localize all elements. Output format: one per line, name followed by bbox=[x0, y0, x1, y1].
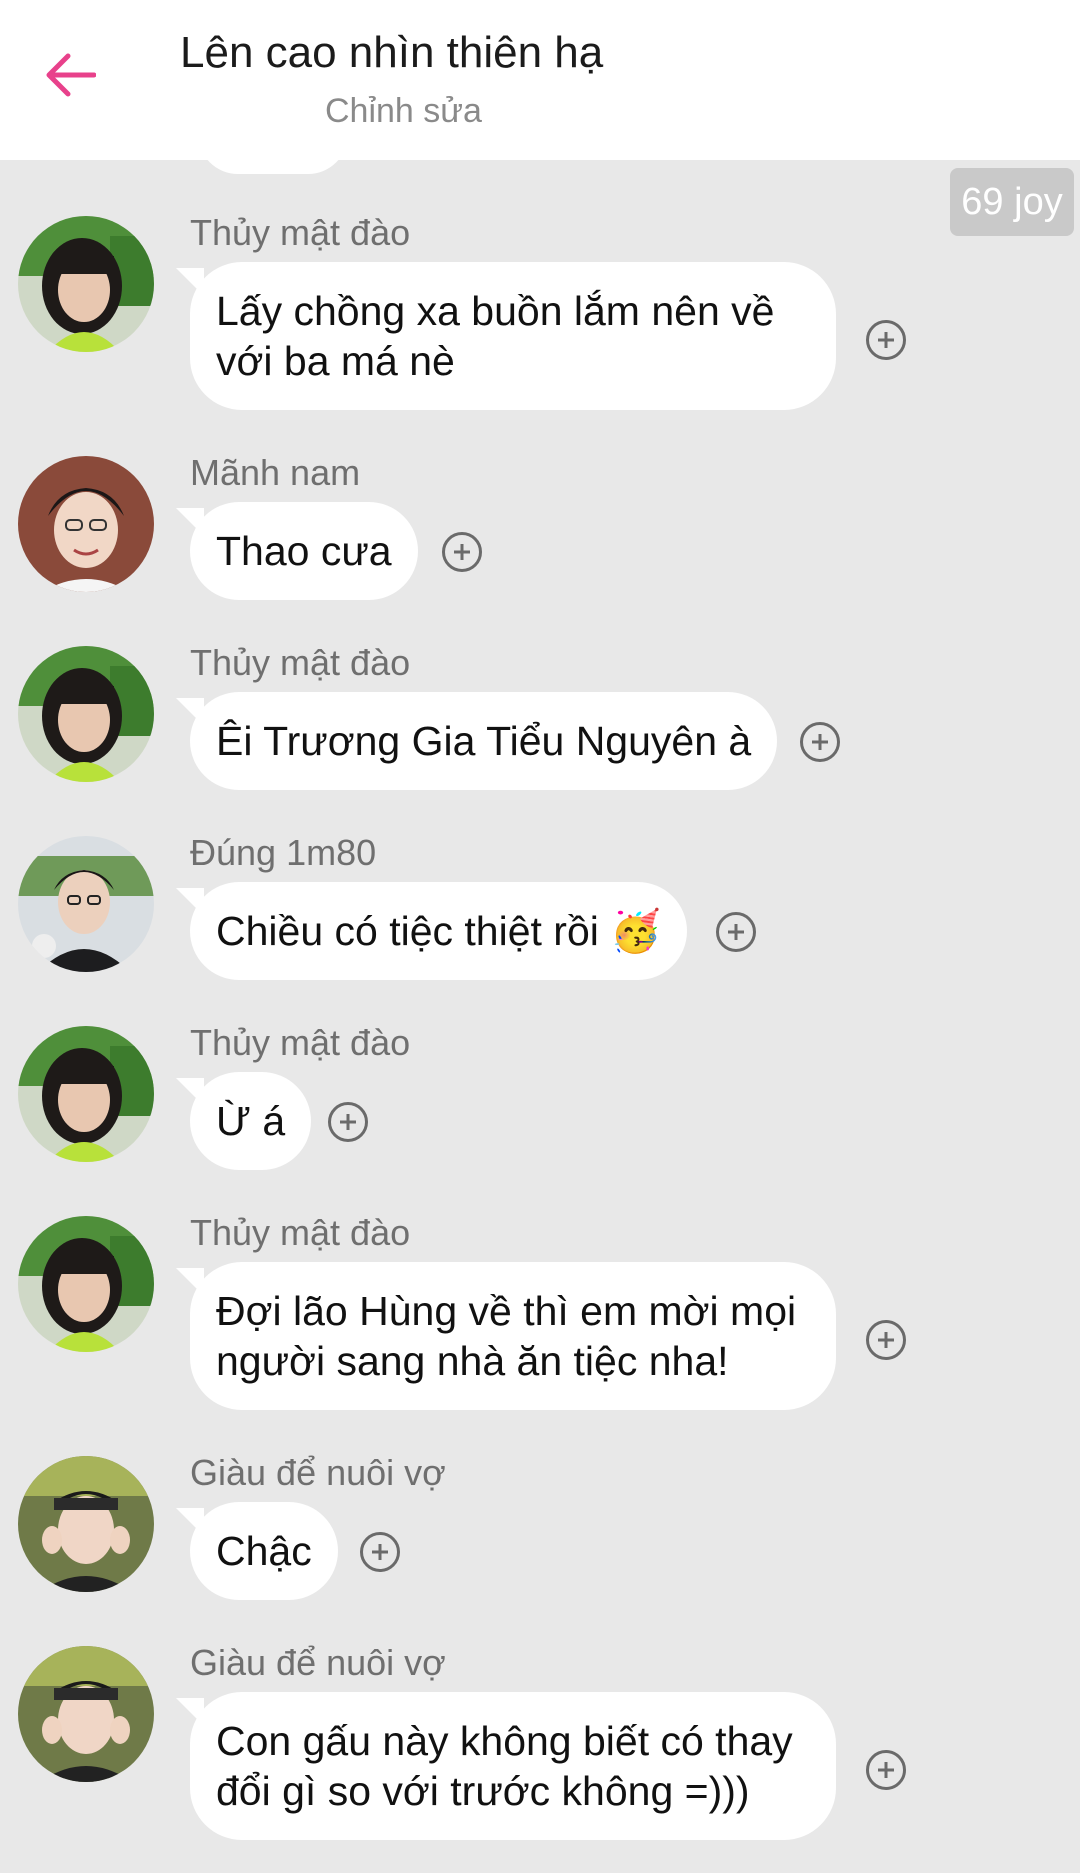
sender-name: Mãnh nam bbox=[190, 452, 361, 493]
message-bubble[interactable]: Con gấu này không biết có thay đổi gì so… bbox=[190, 1692, 836, 1840]
add-reaction-button[interactable] bbox=[360, 1532, 400, 1572]
sender-name: Thủy mật đào bbox=[190, 642, 411, 683]
joy-badge: 69 joy bbox=[950, 168, 1074, 236]
message-bubble[interactable]: Đợi lão Hùng về thì em mời mọi người san… bbox=[190, 1262, 836, 1410]
add-reaction-icon bbox=[812, 734, 828, 750]
avatar-thuy-mat-dao[interactable] bbox=[18, 216, 154, 352]
add-reaction-button[interactable] bbox=[800, 722, 840, 762]
message-bubble[interactable]: Êi Trương Gia Tiểu Nguyên à bbox=[190, 692, 778, 790]
back-button[interactable] bbox=[30, 35, 110, 115]
avatar-thuy-mat-dao[interactable] bbox=[18, 646, 154, 782]
message-bubble[interactable]: Ừ á bbox=[190, 1072, 312, 1170]
sender-name: Đúng 1m80 bbox=[190, 832, 377, 873]
add-reaction-button[interactable] bbox=[716, 912, 756, 952]
avatar-thuy-mat-dao[interactable] bbox=[18, 1026, 154, 1162]
add-reaction-icon bbox=[878, 1762, 894, 1778]
add-reaction-icon bbox=[878, 1332, 894, 1348]
message-bubble[interactable]: Chiều có tiệc thiệt rồi 🥳 bbox=[190, 882, 688, 980]
chat-header: Lên cao nhìn thiên hạ Chỉnh sửa bbox=[0, 0, 1080, 160]
add-reaction-icon bbox=[454, 544, 470, 560]
add-reaction-button[interactable] bbox=[866, 1320, 906, 1360]
add-reaction-icon bbox=[728, 924, 744, 940]
add-reaction-icon bbox=[878, 332, 894, 348]
avatar-giau-de-nuoi-vo[interactable] bbox=[18, 1456, 154, 1592]
avatar-thuy-mat-dao[interactable] bbox=[18, 1216, 154, 1352]
edit-link[interactable]: Chỉnh sửa bbox=[325, 92, 482, 131]
add-reaction-button[interactable] bbox=[442, 532, 482, 572]
message-bubble[interactable]: Chậc bbox=[190, 1502, 338, 1600]
avatar-manh-nam[interactable] bbox=[18, 456, 154, 592]
sender-name: Giàu để nuôi vợ bbox=[190, 1452, 446, 1493]
avatar-dung-1m80[interactable] bbox=[18, 836, 154, 972]
sender-name: Thủy mật đào bbox=[190, 1212, 411, 1253]
add-reaction-button[interactable] bbox=[328, 1102, 368, 1142]
add-reaction-button[interactable] bbox=[866, 1750, 906, 1790]
add-reaction-icon bbox=[340, 1114, 356, 1130]
message-bubble[interactable]: Thao cưa bbox=[190, 502, 418, 600]
sender-name: Thủy mật đào bbox=[190, 1022, 411, 1063]
arrow-left-icon bbox=[46, 53, 96, 97]
avatar-giau-de-nuoi-vo[interactable] bbox=[18, 1646, 154, 1782]
sender-name: Giàu để nuôi vợ bbox=[190, 1642, 446, 1683]
add-reaction-icon bbox=[372, 1544, 388, 1560]
sender-name: Thủy mật đào bbox=[190, 212, 411, 253]
add-reaction-button[interactable] bbox=[866, 320, 906, 360]
chat-title: Lên cao nhìn thiên hạ bbox=[180, 28, 604, 77]
message-bubble[interactable]: Lấy chồng xa buồn lắm nên về với ba má n… bbox=[190, 262, 836, 410]
